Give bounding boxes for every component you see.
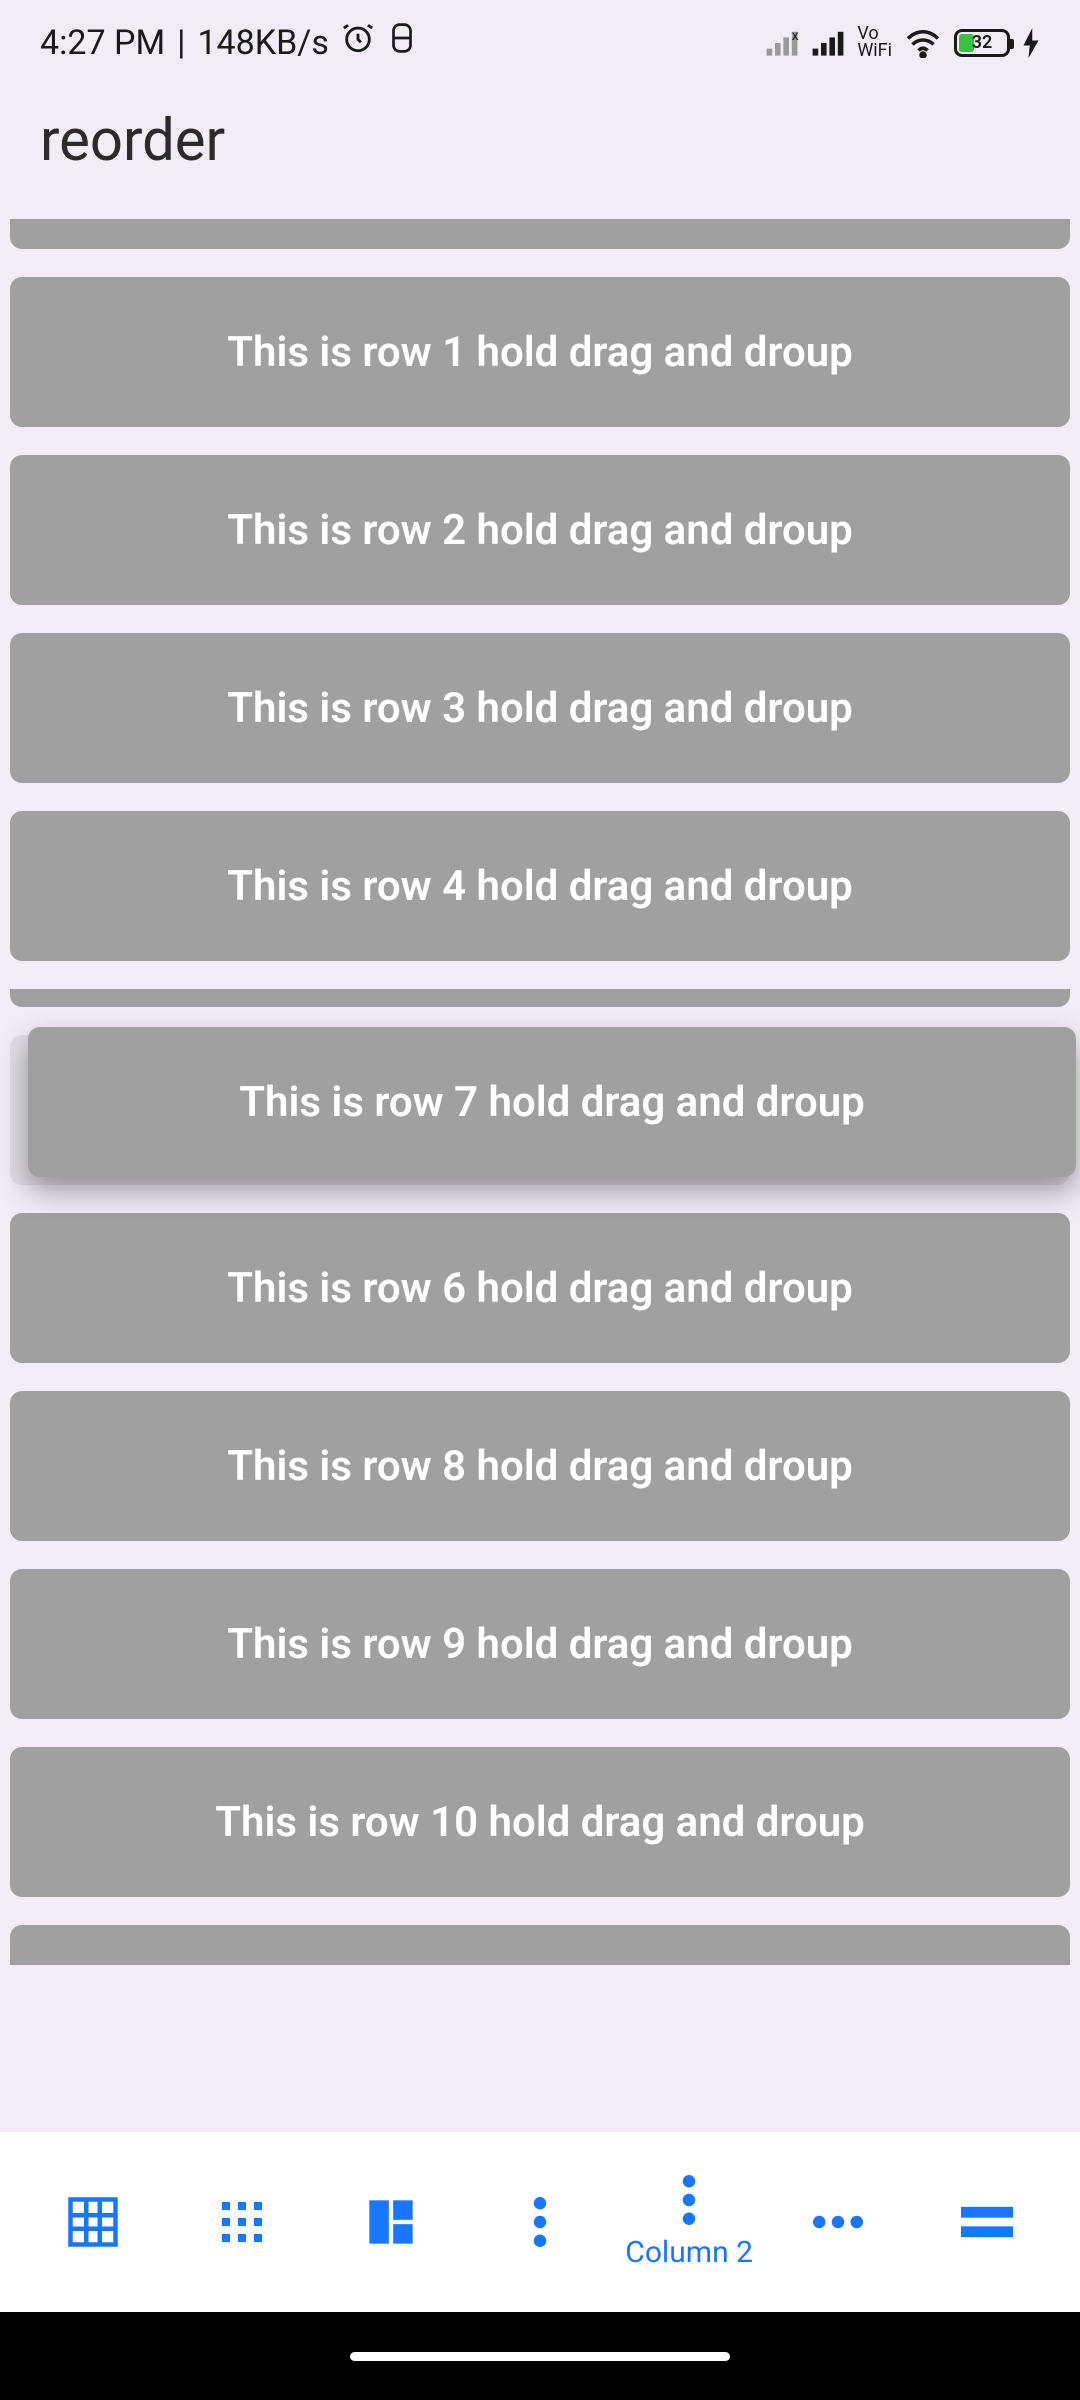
row-label: This is row 8 hold drag and droup (227, 1442, 853, 1491)
svg-text:x: x (792, 29, 799, 44)
row-label: This is row 1 hold drag and droup (227, 328, 853, 377)
wifi-icon (904, 28, 942, 58)
list-item[interactable]: This is row 9 hold drag and droup (10, 1569, 1070, 1719)
list-item[interactable]: This is row 10 hold drag and droup (10, 1747, 1070, 1897)
vowifi-label: Vo WiFi (857, 26, 892, 58)
row-label: This is row 10 hold drag and droup (215, 1798, 865, 1847)
android-nav-bar[interactable] (0, 2312, 1080, 2400)
more-vert-icon (682, 2175, 696, 2225)
grid-icon (66, 2195, 120, 2249)
home-handle[interactable] (350, 2352, 730, 2361)
row-label: This is row 6 hold drag and droup (227, 1264, 853, 1313)
signal-2-icon (811, 29, 845, 57)
nav-more-horiz[interactable] (764, 2132, 913, 2312)
list-item[interactable]: This is row 6 hold drag and droup (10, 1213, 1070, 1363)
status-bar: 4:27 PM | 148KB/s x (0, 0, 1080, 85)
charging-icon (1022, 28, 1040, 58)
list-item[interactable]: This is row 1 hold drag and droup (10, 277, 1070, 427)
nav-column-2[interactable]: Column 2 (615, 2132, 764, 2312)
status-sep: | (177, 23, 185, 63)
app-bar: reorder (0, 85, 1080, 219)
dashboard-icon (365, 2196, 417, 2248)
nav-rows[interactable] (913, 2132, 1062, 2312)
more-vert-icon (533, 2197, 547, 2247)
dragging-item[interactable]: This is row 7 hold drag and droup (28, 1027, 1076, 1177)
more-horiz-icon (813, 2215, 863, 2229)
nav-dashboard[interactable] (316, 2132, 465, 2312)
nav-grid[interactable] (18, 2132, 167, 2312)
row-label: This is row 4 hold drag and droup (227, 862, 853, 911)
dnd-icon (387, 21, 417, 64)
nav-label: Column 2 (625, 2235, 753, 2270)
status-left: 4:27 PM | 148KB/s (40, 21, 417, 64)
battery-indicator: 32 (954, 29, 1010, 57)
nav-more-vert[interactable] (465, 2132, 614, 2312)
list-item[interactable]: This is row 4 hold drag and droup (10, 811, 1070, 961)
alarm-icon (341, 21, 375, 64)
row-label: This is row 2 hold drag and droup (227, 506, 853, 555)
signal-1-icon: x (765, 29, 799, 57)
list-item[interactable]: This is row 3 hold drag and droup (10, 633, 1070, 783)
rows-icon (961, 2206, 1013, 2238)
list-item[interactable]: This is row 2 hold drag and droup (10, 455, 1070, 605)
status-time: 4:27 PM (40, 23, 165, 63)
row-label: This is row 7 hold drag and droup (239, 1078, 865, 1127)
page-title: reorder (40, 107, 1040, 175)
status-right: x Vo WiFi 32 (765, 26, 1040, 58)
reorder-list: This is row 1 hold drag and droup This i… (0, 219, 1080, 1965)
list-item[interactable] (10, 219, 1070, 249)
bottom-nav: Column 2 (0, 2132, 1080, 2312)
row-label: This is row 9 hold drag and droup (227, 1620, 853, 1669)
row-label: This is row 3 hold drag and droup (227, 684, 853, 733)
list-item[interactable]: This is row 8 hold drag and droup (10, 1391, 1070, 1541)
list-item[interactable] (10, 1925, 1070, 1965)
battery-pct: 32 (957, 32, 1007, 53)
list-item[interactable] (10, 989, 1070, 1007)
nav-apps[interactable] (167, 2132, 316, 2312)
apps-icon (218, 2198, 266, 2246)
status-net-speed: 148KB/s (197, 23, 328, 63)
